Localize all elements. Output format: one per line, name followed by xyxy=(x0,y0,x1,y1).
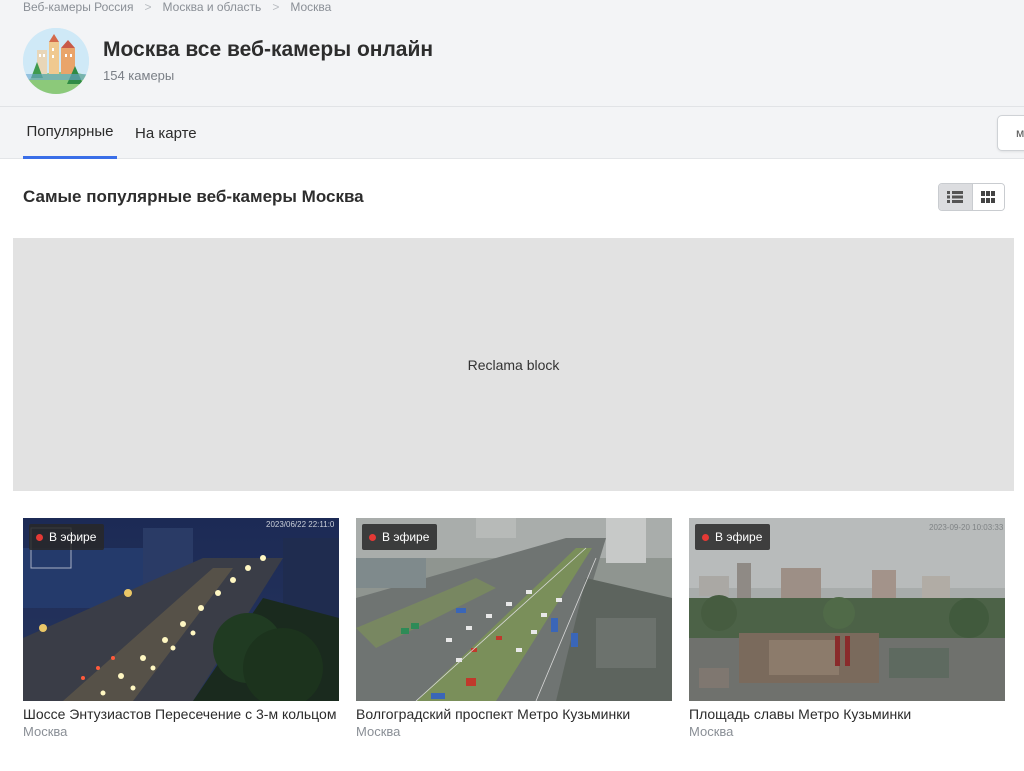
list-icon xyxy=(947,191,964,203)
breadcrumb-moscow[interactable]: Москва xyxy=(290,0,331,14)
live-badge-label: В эфире xyxy=(715,530,763,544)
camera-title[interactable]: Шоссе Энтузиастов Пересечение с 3-м коль… xyxy=(23,706,339,722)
camera-title[interactable]: Площадь славы Метро Кузьминки xyxy=(689,706,1005,722)
live-badge-label: В эфире xyxy=(49,530,97,544)
camera-count: 154 камеры xyxy=(103,68,175,83)
camera-card[interactable]: 2023-09-20 10:03:33 В эфире Площадь слав… xyxy=(689,518,1005,739)
page-title: Москва все веб-камеры онлайн xyxy=(103,38,434,61)
live-dot-icon xyxy=(702,533,709,541)
camera-city: Москва xyxy=(689,724,734,739)
breadcrumb-russia[interactable]: Веб-камеры Россия xyxy=(23,0,134,14)
tab-map[interactable]: На карте xyxy=(135,107,197,159)
camera-title[interactable]: Волгоградский проспект Метро Кузьминки xyxy=(356,706,672,722)
thumbnail-timestamp: 2023/06/22 22:11:0 xyxy=(266,520,335,529)
chevron-right-icon: > xyxy=(144,0,152,14)
camera-card[interactable]: 2023/06/22 22:11:0 В эфире Шоссе Энтузиа… xyxy=(23,518,339,739)
live-badge: В эфире xyxy=(29,524,105,550)
live-dot-icon xyxy=(36,533,43,541)
city-avatar xyxy=(23,28,89,94)
view-toggle xyxy=(938,183,1005,211)
breadcrumb-moscow-region[interactable]: Москва и область xyxy=(163,0,262,14)
region-select-button[interactable]: м xyxy=(997,115,1024,151)
grid-view-button[interactable] xyxy=(971,184,1004,210)
live-dot-icon xyxy=(369,533,376,541)
camera-city: Москва xyxy=(23,724,68,739)
ad-block: Reclama block xyxy=(13,238,1014,491)
breadcrumb: Веб-камеры Россия > Москва и область > М… xyxy=(23,0,331,14)
list-view-button[interactable] xyxy=(939,184,972,210)
ad-label: Reclama block xyxy=(467,356,560,373)
camera-thumbnail[interactable]: В эфире xyxy=(356,518,672,701)
grid-icon xyxy=(981,191,996,203)
section-title: Самые популярные веб-камеры Москва xyxy=(23,187,364,206)
camera-card[interactable]: В эфире Волгоградский проспект Метро Куз… xyxy=(356,518,672,739)
camera-city: Москва xyxy=(356,724,401,739)
live-badge: В эфире xyxy=(362,524,438,550)
camera-thumbnail[interactable]: 2023/06/22 22:11:0 В эфире xyxy=(23,518,339,701)
thumbnail-timestamp: 2023-09-20 10:03:33 xyxy=(929,523,1004,532)
camera-thumbnail[interactable]: 2023-09-20 10:03:33 В эфире xyxy=(689,518,1005,701)
live-badge-label: В эфире xyxy=(382,530,430,544)
chevron-right-icon: > xyxy=(272,0,280,14)
live-badge: В эфире xyxy=(695,524,771,550)
tab-popular[interactable]: Популярные xyxy=(23,107,117,159)
